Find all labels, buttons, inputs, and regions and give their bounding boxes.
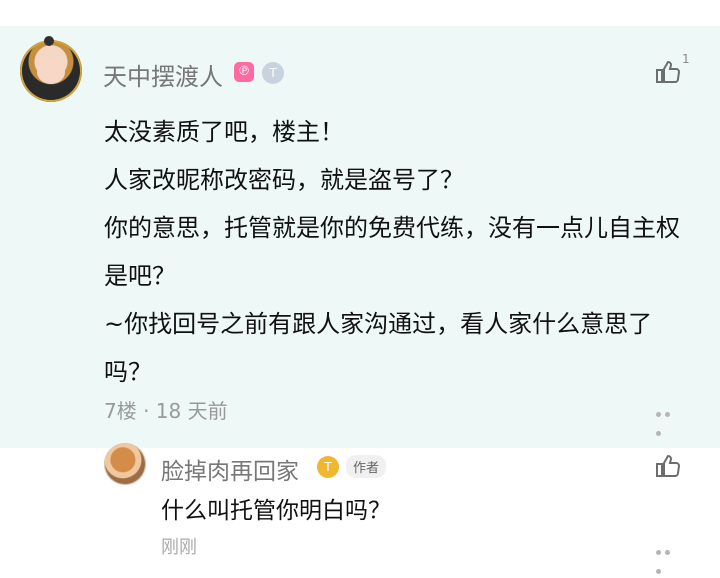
reply-time: 刚刚 bbox=[161, 537, 197, 558]
level-badge-icon: T bbox=[262, 62, 284, 84]
reply-avatar[interactable] bbox=[104, 443, 146, 485]
dot bbox=[656, 431, 661, 436]
reply-username[interactable]: 脸掉肉再回家 bbox=[161, 452, 299, 486]
top-area bbox=[0, 0, 720, 26]
comment-line: 太没素质了吧，楼主！ bbox=[104, 118, 344, 146]
dot bbox=[656, 569, 661, 574]
avatar[interactable] bbox=[20, 36, 82, 102]
comment-line: ~你找回号之前有跟人家沟通过，看人家什么意思了 bbox=[104, 310, 653, 338]
thumbs-up-icon bbox=[656, 454, 681, 477]
like-count: 1 bbox=[682, 52, 690, 66]
reply-more-button[interactable] bbox=[656, 540, 680, 574]
dot bbox=[665, 412, 670, 417]
comment-body: 太没素质了吧，楼主！ 人家改昵称改密码，就是盗号了？ 你的意思，托管就是你的免费… bbox=[104, 108, 702, 396]
author-tag: 作者 bbox=[346, 455, 387, 478]
thumbs-up-icon bbox=[656, 60, 681, 83]
comment-line: 人家改昵称改密码，就是盗号了？ bbox=[104, 166, 464, 194]
avatar-frame-decoration bbox=[44, 36, 54, 46]
comment-meta: 7楼 · 18 天前 bbox=[104, 399, 228, 423]
reply-body: 什么叫托管你明白吗？ bbox=[161, 498, 391, 524]
dot bbox=[656, 412, 661, 417]
reply-level-badge-icon: T bbox=[317, 456, 339, 478]
comment-line: 吗？ bbox=[104, 358, 152, 386]
reply-like-button[interactable] bbox=[653, 452, 681, 480]
comment-line: 你的意思，托管就是你的免费代练，没有一点儿自主权 bbox=[104, 214, 680, 242]
more-button[interactable] bbox=[656, 402, 680, 436]
like-button[interactable] bbox=[653, 58, 681, 86]
comment-line: 是吧？ bbox=[104, 262, 176, 290]
avatar-face bbox=[37, 60, 65, 84]
username[interactable]: 天中摆渡人 bbox=[103, 57, 223, 92]
pink-badge-icon: ℗ bbox=[234, 62, 254, 82]
